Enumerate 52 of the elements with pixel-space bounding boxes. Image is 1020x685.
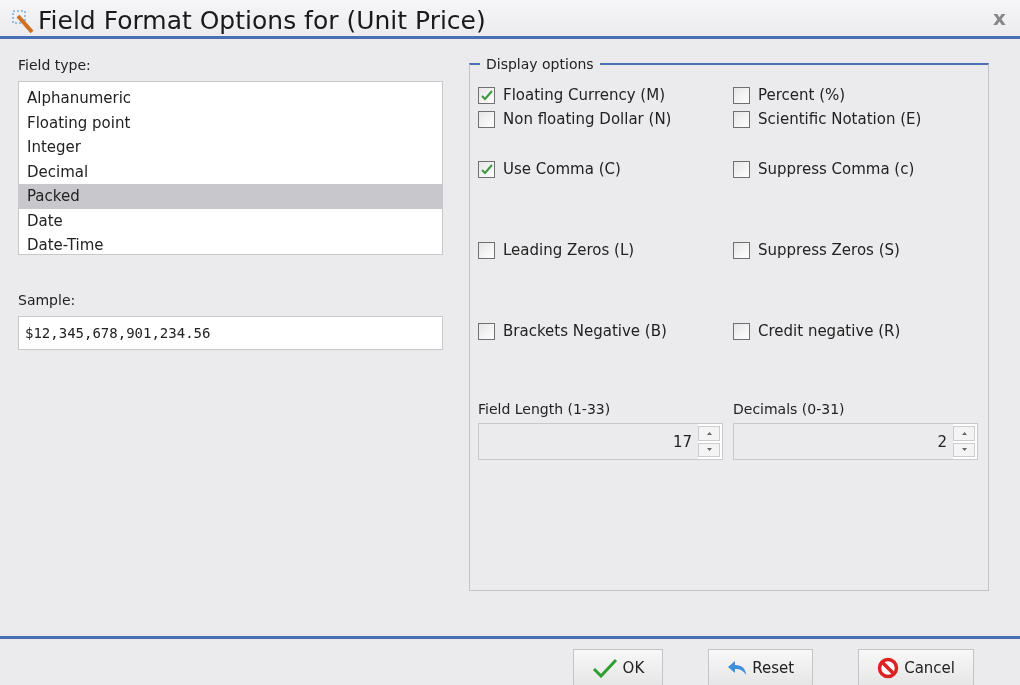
checkmark-icon [480, 89, 493, 101]
checkbox[interactable] [733, 160, 750, 178]
checkbox[interactable] [733, 322, 750, 340]
checkbox-option[interactable]: Non floating Dollar (N) [478, 107, 733, 131]
window-title: Field Format Options for (Unit Price) [38, 6, 487, 36]
option-label: Suppress Zeros (S) [758, 241, 900, 259]
ok-button[interactable]: OK [572, 649, 664, 685]
checkbox[interactable] [478, 322, 495, 340]
option-label: Floating Currency (M) [503, 86, 665, 104]
reset-button[interactable]: Reset [708, 649, 814, 685]
list-item[interactable]: Date-Time [19, 233, 442, 258]
checkbox-option[interactable]: Scientific Notation (E) [733, 107, 978, 131]
checkbox-option[interactable]: Floating Currency (M) [478, 83, 733, 107]
checkbox[interactable] [733, 110, 750, 128]
option-label: Percent (%) [758, 86, 846, 104]
sample-label: Sample: [18, 292, 77, 308]
checkbox[interactable] [733, 86, 750, 104]
checkmark-icon [480, 163, 493, 175]
list-item[interactable]: Alphanumeric [19, 86, 442, 111]
option-label: Suppress Comma (c) [758, 160, 915, 178]
checkbox-option[interactable]: Percent (%) [733, 83, 978, 107]
option-label: Brackets Negative (B) [503, 322, 667, 340]
wand-icon [12, 10, 34, 36]
checkbox-option[interactable]: Suppress Zeros (S) [733, 238, 978, 262]
option-label: Leading Zeros (L) [503, 241, 635, 259]
list-item[interactable]: Decimal [19, 159, 442, 184]
field-type-label: Field type: [18, 57, 92, 73]
checkbox-option[interactable]: Credit negative (R) [733, 319, 978, 343]
spinner-label: Decimals (0-31) [733, 401, 846, 417]
option-label: Credit negative (R) [758, 322, 901, 340]
undo-arrow-icon [727, 659, 748, 676]
spinner-label: Field Length (1-33) [478, 401, 612, 417]
option-label: Use Comma (C) [503, 160, 621, 178]
option-label: Scientific Notation (E) [758, 110, 922, 128]
checkbox-option[interactable]: Use Comma (C) [478, 157, 733, 181]
checkmark-icon [591, 657, 618, 678]
list-item[interactable]: Integer [19, 135, 442, 160]
list-item[interactable]: Floating point [19, 110, 442, 135]
sample-field[interactable]: $12,345,678,901,234.56 [18, 316, 443, 350]
checkbox[interactable] [478, 241, 495, 259]
checkbox-option[interactable]: Brackets Negative (B) [478, 319, 733, 343]
list-item[interactable]: Date [19, 208, 442, 233]
checkbox[interactable] [478, 160, 495, 178]
checkbox[interactable] [478, 110, 495, 128]
option-label: Non floating Dollar (N) [503, 110, 672, 128]
cancel-button[interactable]: Cancel [858, 649, 974, 685]
prohibited-icon [877, 656, 900, 679]
checkbox-option[interactable]: Leading Zeros (L) [478, 238, 733, 262]
checkbox-option[interactable]: Suppress Comma (c) [733, 157, 978, 181]
checkbox[interactable] [478, 86, 495, 104]
list-item[interactable]: Packed [19, 184, 442, 209]
checkbox[interactable] [733, 241, 750, 259]
